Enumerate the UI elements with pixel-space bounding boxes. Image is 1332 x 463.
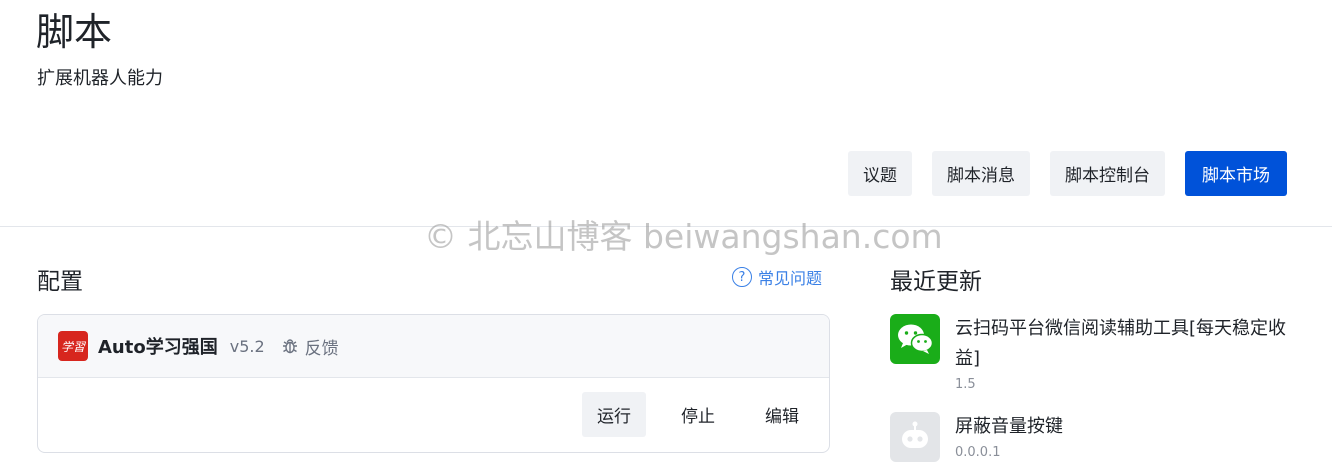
config-section-title: 配置 (37, 269, 83, 295)
robot-icon (890, 412, 940, 462)
issues-button[interactable]: 议题 (848, 151, 912, 196)
toolbar: 议题 脚本消息 脚本控制台 脚本市场 (848, 151, 1287, 196)
update-item[interactable]: 云扫码平台微信阅读辅助工具[每天稳定收益] 1.5 (890, 314, 1290, 392)
stop-button[interactable]: 停止 (666, 392, 730, 437)
update-item[interactable]: 屏蔽音量按键 0.0.0.1 (890, 412, 1290, 462)
script-logo-text: 学習 (60, 339, 85, 354)
script-card: 学習 Auto学习强国 v5.2 反馈 运行 停止 编辑 (37, 314, 830, 453)
page: 脚本 扩展机器人能力 议题 脚本消息 脚本控制台 脚本市场 配置 ? 常见问题 … (0, 0, 1332, 463)
script-actions: 运行 停止 编辑 (582, 392, 814, 437)
bug-icon (282, 339, 297, 354)
page-subtitle: 扩展机器人能力 (37, 68, 163, 89)
script-name: Auto学习强国 (98, 337, 218, 358)
watermark: © 北忘山博客 beiwangshan.com (424, 217, 943, 256)
script-messages-button[interactable]: 脚本消息 (932, 151, 1030, 196)
faq-label: 常见问题 (758, 269, 823, 288)
script-card-header: 学習 Auto学习强国 v5.2 反馈 (38, 315, 829, 378)
update-item-version: 1.5 (955, 377, 976, 392)
recent-updates-title: 最近更新 (890, 269, 982, 295)
header-divider (0, 226, 1332, 227)
update-item-version: 0.0.0.1 (955, 445, 1001, 460)
update-item-name: 屏蔽音量按键 (955, 416, 1063, 437)
update-item-name: 云扫码平台微信阅读辅助工具[每天稳定收益] (955, 318, 1287, 369)
feedback-link[interactable]: 反馈 (281, 334, 339, 359)
page-title: 脚本 (36, 10, 113, 54)
wechat-icon (890, 314, 940, 364)
script-version: v5.2 (229, 336, 265, 356)
faq-link[interactable]: ? 常见问题 (732, 265, 822, 289)
feedback-label: 反馈 (304, 338, 339, 359)
edit-button[interactable]: 编辑 (750, 392, 814, 437)
script-logo: 学習 (58, 331, 88, 361)
script-console-button[interactable]: 脚本控制台 (1050, 151, 1165, 196)
run-button[interactable]: 运行 (582, 392, 646, 437)
question-circle-icon: ? (732, 267, 752, 287)
script-market-button[interactable]: 脚本市场 (1185, 151, 1287, 196)
